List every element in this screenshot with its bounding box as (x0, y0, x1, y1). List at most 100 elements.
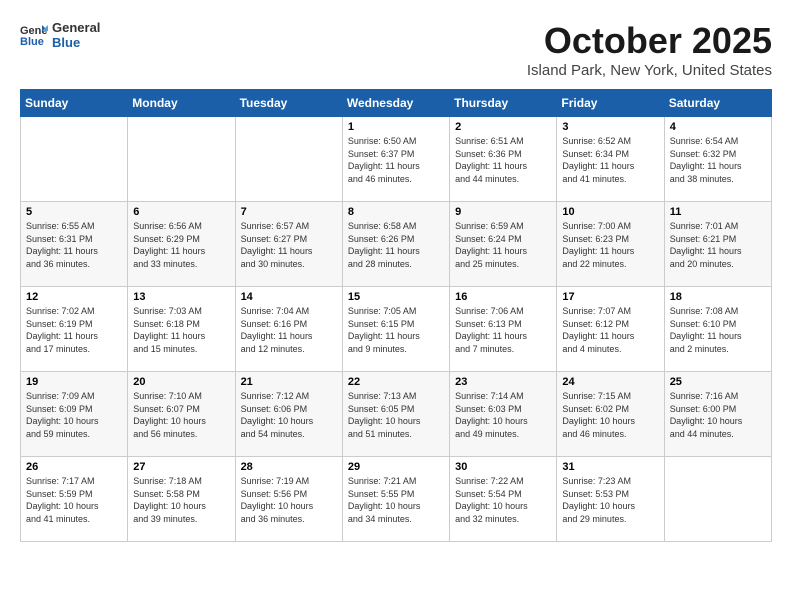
calendar-cell: 15Sunrise: 7:05 AM Sunset: 6:15 PM Dayli… (342, 287, 449, 372)
calendar-cell: 3 Sunrise: 6:52 AM Sunset: 6:34 PM Daylig… (557, 117, 664, 202)
logo-general: General (52, 20, 100, 35)
weekday-header-monday: Monday (128, 90, 235, 117)
calendar-cell (235, 117, 342, 202)
calendar-cell: 7 Sunrise: 6:57 AM Sunset: 6:27 PM Daylig… (235, 202, 342, 287)
day-info: Sunrise: 6:52 AM Sunset: 6:34 PM Dayligh… (562, 135, 658, 185)
calendar-cell: 27 Sunrise: 7:18 AM Sunset: 5:58 PM Dayli… (128, 457, 235, 542)
day-info: Sunrise: 7:18 AM Sunset: 5:58 PM Dayligh… (133, 475, 229, 525)
calendar-cell: 12 Sunrise: 7:02 AM Sunset: 6:19 PM Dayli… (21, 287, 128, 372)
calendar-cell: 30Sunrise: 7:22 AM Sunset: 5:54 PM Dayli… (450, 457, 557, 542)
day-info: Sunrise: 7:01 AM Sunset: 6:21 PM Dayligh… (670, 220, 766, 270)
day-info: Sunrise: 6:58 AM Sunset: 6:26 PM Dayligh… (348, 220, 444, 270)
calendar-cell: 2 Sunrise: 6:51 AM Sunset: 6:36 PM Daylig… (450, 117, 557, 202)
calendar-cell: 19 Sunrise: 7:09 AM Sunset: 6:09 PM Dayli… (21, 372, 128, 457)
day-number: 2 (455, 121, 551, 133)
day-info: Sunrise: 7:00 AM Sunset: 6:23 PM Dayligh… (562, 220, 658, 270)
day-info: Sunrise: 7:02 AM Sunset: 6:19 PM Dayligh… (26, 305, 122, 355)
calendar-title: October 2025 (527, 20, 772, 62)
calendar-cell: 8 Sunrise: 6:58 AM Sunset: 6:26 PM Daylig… (342, 202, 449, 287)
day-info: Sunrise: 7:04 AM Sunset: 6:16 PM Dayligh… (241, 305, 337, 355)
calendar-cell: 24Sunrise: 7:15 AM Sunset: 6:02 PM Dayli… (557, 372, 664, 457)
day-info: Sunrise: 6:55 AM Sunset: 6:31 PM Dayligh… (26, 220, 122, 270)
logo: General Blue General Blue (20, 20, 100, 50)
calendar-subtitle: Island Park, New York, United States (527, 62, 772, 79)
calendar-table: SundayMondayTuesdayWednesdayThursdayFrid… (20, 89, 772, 542)
weekday-header-wednesday: Wednesday (342, 90, 449, 117)
weekday-header-thursday: Thursday (450, 90, 557, 117)
day-number: 28 (241, 461, 337, 473)
day-number: 18 (670, 291, 766, 303)
week-row-3: 12 Sunrise: 7:02 AM Sunset: 6:19 PM Dayli… (21, 287, 772, 372)
day-info: Sunrise: 7:06 AM Sunset: 6:13 PM Dayligh… (455, 305, 551, 355)
day-number: 17 (562, 291, 658, 303)
day-number: 10 (562, 206, 658, 218)
day-number: 6 (133, 206, 229, 218)
day-info: Sunrise: 6:51 AM Sunset: 6:36 PM Dayligh… (455, 135, 551, 185)
svg-text:Blue: Blue (20, 36, 44, 48)
weekday-header-friday: Friday (557, 90, 664, 117)
day-info: Sunrise: 7:22 AM Sunset: 5:54 PM Dayligh… (455, 475, 551, 525)
day-number: 16 (455, 291, 551, 303)
calendar-cell: 10 Sunrise: 7:00 AM Sunset: 6:23 PM Dayli… (557, 202, 664, 287)
calendar-cell: 25 Sunrise: 7:16 AM Sunset: 6:00 PM Dayli… (664, 372, 771, 457)
day-info: Sunrise: 7:13 AM Sunset: 6:05 PM Dayligh… (348, 390, 444, 440)
calendar-cell: 4 Sunrise: 6:54 AM Sunset: 6:32 PM Daylig… (664, 117, 771, 202)
weekday-header-saturday: Saturday (664, 90, 771, 117)
weekday-header-tuesday: Tuesday (235, 90, 342, 117)
day-number: 23 (455, 376, 551, 388)
day-info: Sunrise: 6:54 AM Sunset: 6:32 PM Dayligh… (670, 135, 766, 185)
day-info: Sunrise: 7:07 AM Sunset: 6:12 PM Dayligh… (562, 305, 658, 355)
day-info: Sunrise: 6:56 AM Sunset: 6:29 PM Dayligh… (133, 220, 229, 270)
week-row-1: 1 Sunrise: 6:50 AM Sunset: 6:37 PM Daylig… (21, 117, 772, 202)
calendar-cell: 18 Sunrise: 7:08 AM Sunset: 6:10 PM Dayli… (664, 287, 771, 372)
day-info: Sunrise: 7:05 AM Sunset: 6:15 PM Dayligh… (348, 305, 444, 355)
day-number: 20 (133, 376, 229, 388)
calendar-cell: 5Sunrise: 6:55 AM Sunset: 6:31 PM Daylig… (21, 202, 128, 287)
day-info: Sunrise: 7:08 AM Sunset: 6:10 PM Dayligh… (670, 305, 766, 355)
calendar-cell: 21Sunrise: 7:12 AM Sunset: 6:06 PM Dayli… (235, 372, 342, 457)
day-number: 3 (562, 121, 658, 133)
day-info: Sunrise: 7:09 AM Sunset: 6:09 PM Dayligh… (26, 390, 122, 440)
day-info: Sunrise: 6:59 AM Sunset: 6:24 PM Dayligh… (455, 220, 551, 270)
calendar-cell: 17 Sunrise: 7:07 AM Sunset: 6:12 PM Dayli… (557, 287, 664, 372)
day-info: Sunrise: 6:57 AM Sunset: 6:27 PM Dayligh… (241, 220, 337, 270)
day-info: Sunrise: 7:16 AM Sunset: 6:00 PM Dayligh… (670, 390, 766, 440)
day-number: 22 (348, 376, 444, 388)
weekday-header-row: SundayMondayTuesdayWednesdayThursdayFrid… (21, 90, 772, 117)
calendar-cell: 6 Sunrise: 6:56 AM Sunset: 6:29 PM Daylig… (128, 202, 235, 287)
day-info: Sunrise: 7:10 AM Sunset: 6:07 PM Dayligh… (133, 390, 229, 440)
calendar-cell: 28Sunrise: 7:19 AM Sunset: 5:56 PM Dayli… (235, 457, 342, 542)
day-info: Sunrise: 7:14 AM Sunset: 6:03 PM Dayligh… (455, 390, 551, 440)
calendar-cell: 29 Sunrise: 7:21 AM Sunset: 5:55 PM Dayli… (342, 457, 449, 542)
day-number: 1 (348, 121, 444, 133)
day-number: 25 (670, 376, 766, 388)
week-row-2: 5Sunrise: 6:55 AM Sunset: 6:31 PM Daylig… (21, 202, 772, 287)
day-number: 29 (348, 461, 444, 473)
calendar-cell: 11Sunrise: 7:01 AM Sunset: 6:21 PM Dayli… (664, 202, 771, 287)
page-header: General Blue General Blue October 2025 I… (20, 20, 772, 79)
week-row-5: 26Sunrise: 7:17 AM Sunset: 5:59 PM Dayli… (21, 457, 772, 542)
calendar-cell: 20 Sunrise: 7:10 AM Sunset: 6:07 PM Dayli… (128, 372, 235, 457)
calendar-cell: 26Sunrise: 7:17 AM Sunset: 5:59 PM Dayli… (21, 457, 128, 542)
day-number: 12 (26, 291, 122, 303)
day-number: 4 (670, 121, 766, 133)
day-info: Sunrise: 6:50 AM Sunset: 6:37 PM Dayligh… (348, 135, 444, 185)
day-number: 27 (133, 461, 229, 473)
day-info: Sunrise: 7:23 AM Sunset: 5:53 PM Dayligh… (562, 475, 658, 525)
calendar-cell (128, 117, 235, 202)
calendar-cell: 16 Sunrise: 7:06 AM Sunset: 6:13 PM Dayli… (450, 287, 557, 372)
title-area: October 2025 Island Park, New York, Unit… (527, 20, 772, 79)
day-number: 19 (26, 376, 122, 388)
calendar-cell: 23 Sunrise: 7:14 AM Sunset: 6:03 PM Dayli… (450, 372, 557, 457)
day-info: Sunrise: 7:21 AM Sunset: 5:55 PM Dayligh… (348, 475, 444, 525)
logo-blue: Blue (52, 35, 100, 50)
day-number: 13 (133, 291, 229, 303)
calendar-cell (664, 457, 771, 542)
day-info: Sunrise: 7:17 AM Sunset: 5:59 PM Dayligh… (26, 475, 122, 525)
day-number: 7 (241, 206, 337, 218)
calendar-cell: 31Sunrise: 7:23 AM Sunset: 5:53 PM Dayli… (557, 457, 664, 542)
day-number: 8 (348, 206, 444, 218)
weekday-header-sunday: Sunday (21, 90, 128, 117)
calendar-cell: 14Sunrise: 7:04 AM Sunset: 6:16 PM Dayli… (235, 287, 342, 372)
day-number: 21 (241, 376, 337, 388)
